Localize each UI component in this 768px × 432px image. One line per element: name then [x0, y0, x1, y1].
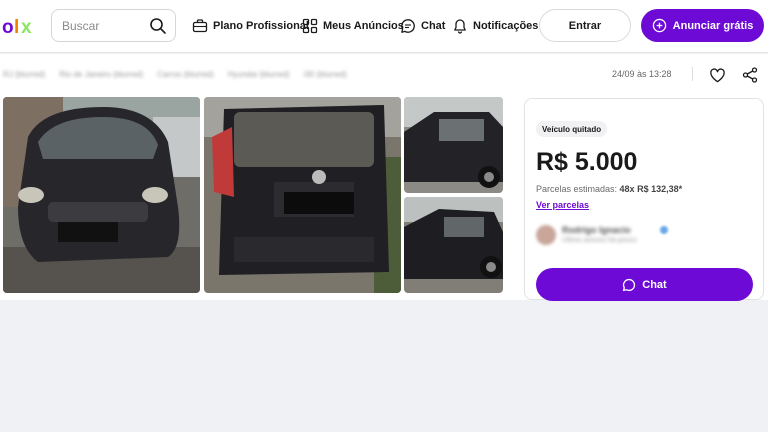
chat-bubble-icon [401, 19, 415, 33]
nav-chat[interactable]: Chat [400, 17, 445, 35]
plus-circle-icon [652, 18, 666, 33]
chat-bubble-icon [623, 278, 636, 291]
car-photo-side[interactable] [404, 97, 503, 193]
grid-icon [302, 18, 318, 34]
logo-letter: l [14, 17, 19, 38]
nav-label: Plano Profissional [213, 20, 309, 32]
price-value: R$ 5.000 [536, 148, 638, 176]
nav-label: Meus Anúncios [323, 20, 404, 32]
installments-value: 48x R$ 132,38* [619, 184, 683, 194]
divider [692, 67, 693, 81]
car-photo-rear[interactable] [204, 97, 401, 293]
listing-content: RJ (blurred) Rio de Janeiro (blurred) Ca… [0, 54, 768, 301]
nav-meus-anuncios[interactable]: Meus Anúncios [302, 17, 404, 35]
breadcrumb-item[interactable]: Carros (blurred) [157, 70, 213, 79]
seller-info[interactable]: Rodrigo Ignacio Último acesso há pouco [536, 223, 746, 249]
share-icon[interactable] [742, 67, 758, 83]
briefcase-icon [192, 19, 208, 33]
installments-text: Parcelas estimadas: 48x R$ 132,38* [536, 184, 682, 194]
see-installments-link[interactable]: Ver parcelas [536, 200, 589, 210]
breadcrumb-item[interactable]: i30 (blurred) [304, 70, 347, 79]
avatar[interactable] [536, 225, 556, 245]
heart-icon[interactable] [709, 67, 726, 84]
nav-label: Chat [421, 20, 446, 32]
chat-label: Chat [642, 278, 667, 291]
logo-letter: o [2, 17, 14, 38]
search-box[interactable] [51, 9, 176, 42]
nav-notificacoes[interactable]: Notificações [452, 17, 538, 35]
top-header: o l x Plano Profissional Meus Anúncios [0, 0, 768, 53]
seller-name[interactable]: Rodrigo Ignacio [562, 225, 631, 235]
login-button[interactable]: Entrar [539, 9, 631, 42]
olx-logo[interactable]: o l x [2, 14, 38, 38]
nav-plano-profissional[interactable]: Plano Profissional [192, 17, 309, 35]
installments-prefix: Parcelas estimadas: [536, 184, 620, 194]
post-ad-label: Anunciar grátis [672, 19, 754, 32]
logo-letter: x [21, 17, 32, 38]
nav-label: Notificações [473, 20, 539, 32]
post-ad-button[interactable]: Anunciar grátis [641, 9, 764, 42]
breadcrumb-item[interactable]: Hyundai (blurred) [228, 70, 290, 79]
car-photo-front[interactable] [3, 97, 200, 293]
breadcrumb-item[interactable]: RJ (blurred) [3, 70, 45, 79]
price-card: Veículo quitado R$ 5.000 Parcelas estima… [524, 98, 764, 301]
seller-last-seen: Último acesso há pouco [562, 237, 637, 244]
breadcrumb[interactable]: RJ (blurred) Rio de Janeiro (blurred) Ca… [3, 70, 347, 79]
chat-button[interactable]: Chat [536, 268, 753, 301]
car-photo-side-2[interactable] [404, 197, 503, 293]
posted-date: 24/09 às 13:28 [612, 69, 672, 79]
search-icon[interactable] [149, 17, 167, 35]
verified-icon [660, 226, 668, 234]
status-badge: Veículo quitado [536, 121, 608, 137]
bell-icon [454, 19, 466, 34]
search-input[interactable] [62, 18, 146, 34]
breadcrumb-item[interactable]: Rio de Janeiro (blurred) [59, 70, 143, 79]
